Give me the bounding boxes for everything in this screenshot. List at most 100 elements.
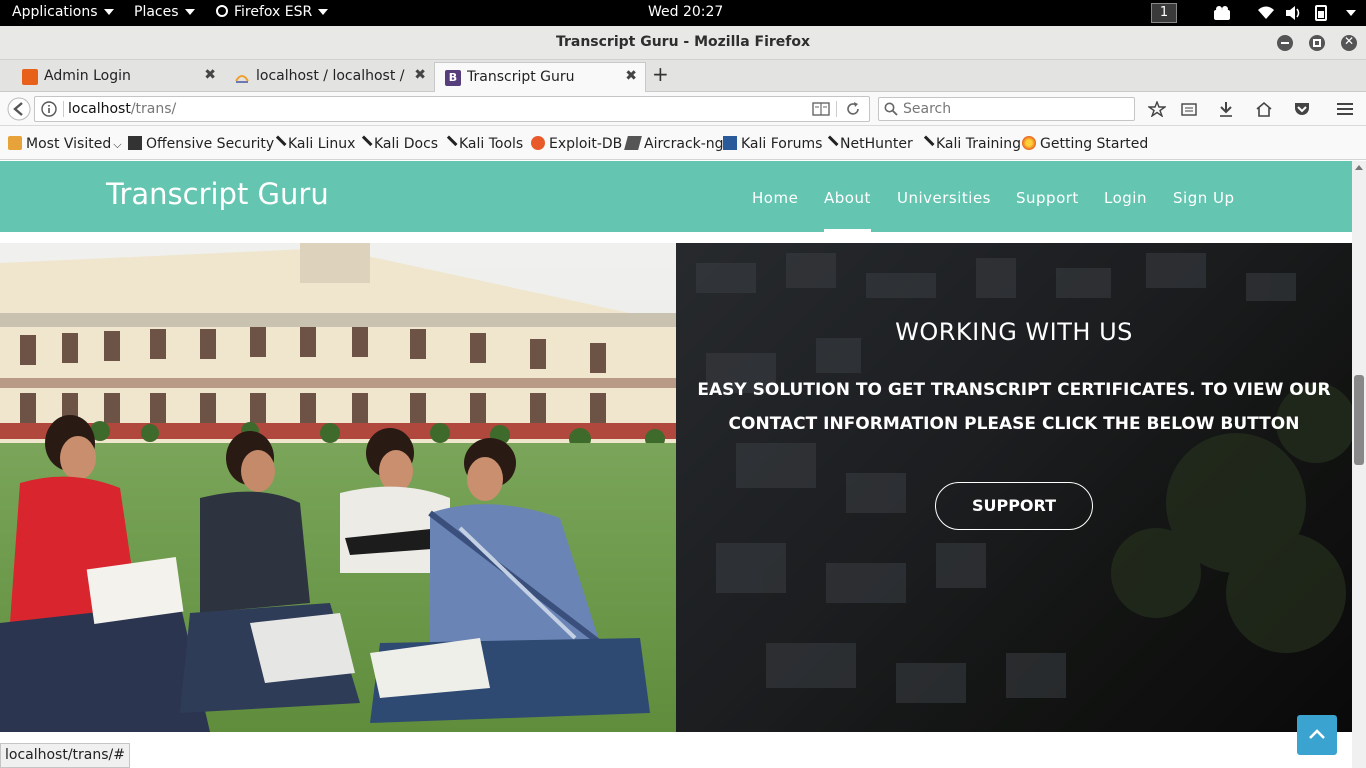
bookmark-kali-docs[interactable]: Kali Docs bbox=[355, 135, 439, 153]
bookmark-kali-training[interactable]: Kali Training bbox=[917, 135, 1021, 153]
bookmark-star-icon[interactable] bbox=[1148, 101, 1166, 117]
panel-description: EASY SOLUTION TO GET TRANSCRIPT CERTIFIC… bbox=[697, 380, 1331, 434]
hamburger-menu-icon[interactable] bbox=[1336, 101, 1354, 117]
bookmark-getting-started[interactable]: Getting Started bbox=[1022, 136, 1148, 152]
search-placeholder: Search bbox=[903, 101, 952, 117]
reload-icon[interactable] bbox=[845, 101, 861, 117]
students-photo bbox=[0, 243, 676, 732]
header-spacer bbox=[0, 232, 1352, 243]
bookmark-label: Kali Tools bbox=[459, 136, 524, 152]
tab-admin-login[interactable]: Admin Login ✖ bbox=[12, 62, 224, 92]
working-with-us-panel: WORKING WITH US EASY SOLUTION TO GET TRA… bbox=[676, 243, 1352, 732]
wifi-icon[interactable] bbox=[1257, 5, 1275, 21]
chevron-down-icon: ⌵ bbox=[113, 138, 122, 151]
scroll-up-arrow-icon[interactable] bbox=[1355, 165, 1363, 170]
back-button[interactable] bbox=[6, 97, 32, 121]
bookmarks-library-icon[interactable] bbox=[1180, 101, 1198, 117]
bookmark-label: Kali Docs bbox=[374, 136, 439, 152]
status-bar: localhost/trans/# bbox=[0, 743, 130, 768]
new-tab-button[interactable]: + bbox=[652, 62, 669, 86]
bookmark-label: Aircrack-ng bbox=[644, 136, 724, 152]
firefox-icon bbox=[1022, 136, 1036, 150]
panel-heading: WORKING WITH US bbox=[895, 318, 1133, 346]
window-title: Transcript Guru - Mozilla Firefox bbox=[555, 34, 811, 50]
chevron-down-icon bbox=[318, 9, 329, 15]
support-button[interactable]: SUPPORT bbox=[935, 482, 1093, 530]
volume-icon[interactable] bbox=[1285, 5, 1303, 21]
tab-phpmyadmin[interactable]: localhost / localhost /... ✖ bbox=[224, 62, 434, 92]
kali-icon bbox=[269, 135, 287, 153]
nav-home[interactable]: Home bbox=[752, 189, 798, 207]
folder-icon bbox=[8, 136, 22, 150]
kali-icon bbox=[355, 135, 373, 153]
nav-login[interactable]: Login bbox=[1104, 189, 1147, 207]
bookmark-kali-tools[interactable]: Kali Tools bbox=[440, 135, 524, 153]
bookmark-aircrack-ng[interactable]: Aircrack-ng bbox=[624, 136, 724, 152]
applications-menu[interactable]: Applications bbox=[12, 4, 114, 20]
system-top-bar: Applications Places Firefox ESR Wed 20:2… bbox=[0, 0, 1366, 26]
students-on-lawn-image bbox=[0, 243, 676, 732]
kali-icon bbox=[917, 135, 935, 153]
chevron-down-icon bbox=[184, 9, 195, 15]
battery-icon[interactable] bbox=[1313, 5, 1331, 21]
scrollbar-thumb[interactable] bbox=[1354, 375, 1364, 465]
navigation-bar: localhost/trans/ Search bbox=[0, 92, 1366, 126]
minimize-button[interactable] bbox=[1277, 35, 1293, 51]
bookmark-label: Kali Linux bbox=[288, 136, 356, 152]
site-brand[interactable]: Transcript Guru bbox=[106, 177, 329, 211]
phpmyadmin-icon bbox=[235, 75, 249, 83]
bookmark-most-visited[interactable]: Most Visited ⌵ bbox=[8, 136, 122, 152]
window-titlebar: Transcript Guru - Mozilla Firefox ✕ bbox=[0, 26, 1366, 60]
pocket-icon[interactable] bbox=[1293, 101, 1311, 117]
bookmarks-toolbar: Most Visited ⌵ Offensive Security Kali Li… bbox=[0, 126, 1366, 160]
reader-view-icon[interactable] bbox=[812, 102, 830, 116]
bookmark-kali-forums[interactable]: Kali Forums bbox=[723, 136, 822, 152]
tab-strip: Admin Login ✖ localhost / localhost /...… bbox=[0, 60, 1366, 92]
web-page: Transcript Guru Home About Universities … bbox=[0, 161, 1352, 732]
maximize-button[interactable] bbox=[1309, 35, 1325, 51]
camera-icon[interactable] bbox=[1213, 5, 1231, 21]
nav-sign-up[interactable]: Sign Up bbox=[1173, 189, 1235, 207]
forum-icon bbox=[723, 136, 737, 150]
places-menu[interactable]: Places bbox=[134, 4, 195, 20]
nav-about[interactable]: About bbox=[824, 189, 871, 207]
bookmark-label: Most Visited bbox=[26, 136, 112, 152]
kali-icon bbox=[821, 135, 839, 153]
close-tab-icon[interactable]: ✖ bbox=[625, 68, 637, 84]
url-text[interactable]: localhost/trans/ bbox=[68, 101, 176, 117]
bookmark-offensive-security[interactable]: Offensive Security bbox=[128, 136, 274, 152]
applications-label: Applications bbox=[12, 4, 98, 20]
bookmark-label: NetHunter bbox=[840, 136, 913, 152]
url-host: localhost bbox=[68, 101, 131, 117]
bookmark-nethunter[interactable]: NetHunter bbox=[821, 135, 913, 153]
tab-label: localhost / localhost /... bbox=[256, 68, 406, 84]
url-bar[interactable]: localhost/trans/ bbox=[34, 96, 870, 122]
search-icon bbox=[884, 102, 898, 116]
close-window-button[interactable]: ✕ bbox=[1341, 34, 1357, 51]
tab-favicon-icon bbox=[22, 69, 38, 85]
back-to-top-button[interactable] bbox=[1297, 715, 1337, 755]
bookmark-label: Kali Forums bbox=[741, 136, 823, 152]
chevron-up-icon bbox=[1309, 729, 1325, 739]
firefox-small-icon bbox=[216, 5, 228, 17]
nav-universities[interactable]: Universities bbox=[897, 189, 991, 207]
close-tab-icon[interactable]: ✖ bbox=[414, 67, 426, 83]
workspace-indicator[interactable]: 1 bbox=[1151, 3, 1177, 23]
close-tab-icon[interactable]: ✖ bbox=[204, 67, 216, 83]
bookmark-exploit-db[interactable]: Exploit-DB bbox=[531, 136, 622, 152]
exploitdb-icon bbox=[531, 136, 545, 150]
app-menu[interactable]: Firefox ESR bbox=[216, 4, 329, 20]
clock[interactable]: Wed 20:27 bbox=[648, 4, 723, 20]
kali-icon bbox=[440, 135, 458, 153]
downloads-icon[interactable] bbox=[1217, 101, 1235, 117]
bookmark-kali-linux[interactable]: Kali Linux bbox=[269, 135, 356, 153]
app-name-label: Firefox ESR bbox=[234, 4, 313, 20]
tab-label: Admin Login bbox=[44, 68, 131, 84]
tab-transcript-guru[interactable]: B Transcript Guru ✖ bbox=[434, 62, 646, 92]
bookmark-label: Getting Started bbox=[1040, 136, 1149, 152]
nav-support[interactable]: Support bbox=[1016, 189, 1079, 207]
system-menu-chevron-icon[interactable] bbox=[1346, 10, 1356, 16]
info-icon[interactable] bbox=[41, 101, 57, 117]
home-icon[interactable] bbox=[1255, 101, 1273, 117]
search-bar[interactable]: Search bbox=[878, 97, 1135, 121]
